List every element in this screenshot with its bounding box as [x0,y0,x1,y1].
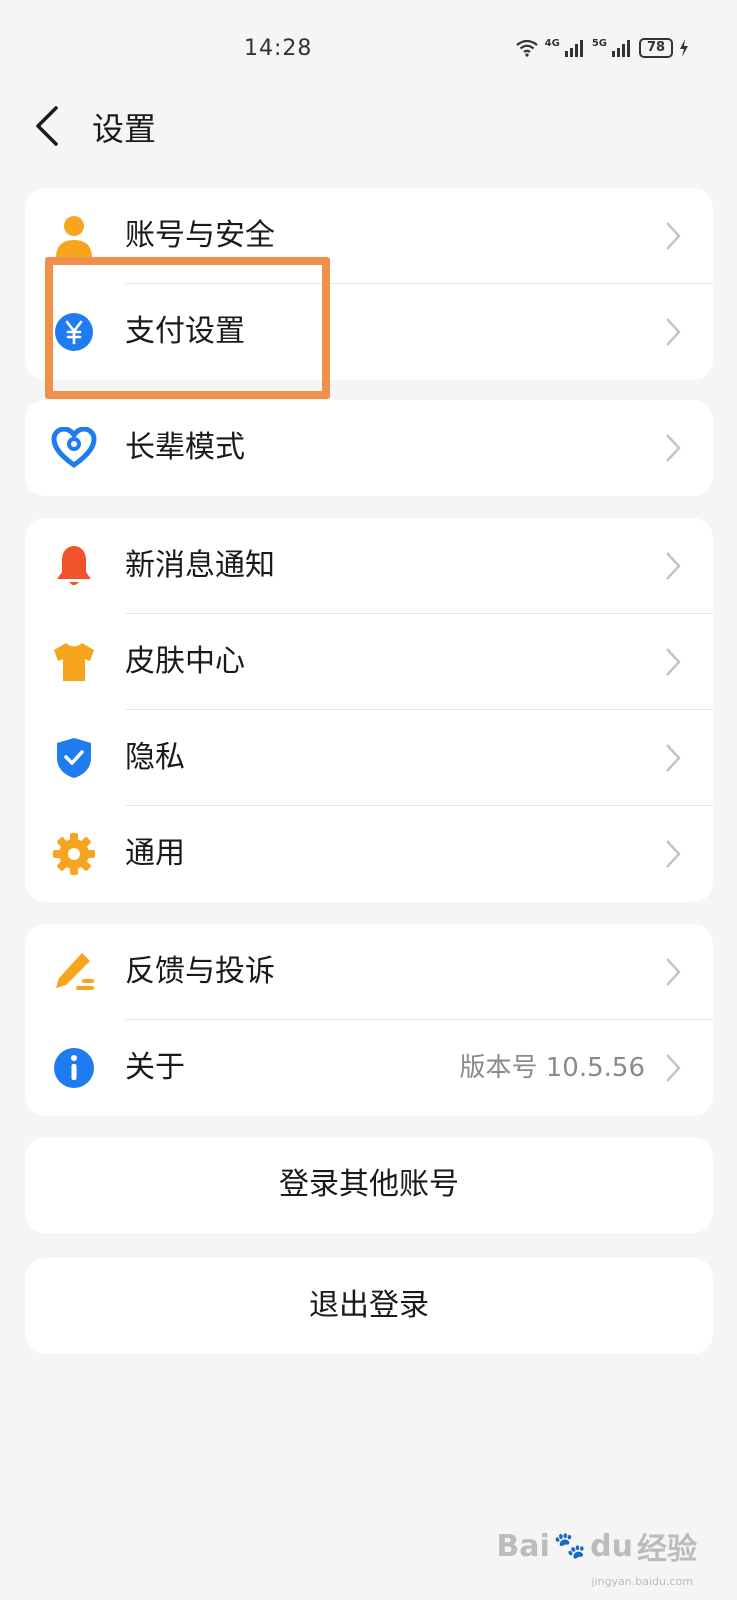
info-icon [51,1045,97,1091]
watermark-suffix: 经验 [637,1532,697,1567]
chevron-right-icon [666,648,681,676]
shield-icon [51,735,97,781]
network-5g-label: 5G [591,38,607,49]
chevron-right-icon [666,840,681,868]
network-4g-label: 4G [544,38,560,49]
chevron-right-icon [666,1054,681,1082]
settings-item-label: 支付设置 [125,314,245,349]
settings-item-label: 新消息通知 [125,548,275,583]
settings-item-label: 隐私 [125,740,185,775]
settings-item-elder-mode[interactable]: 长辈模式 [25,400,713,496]
settings-item-label: 长辈模式 [125,430,245,465]
settings-item-notifications[interactable]: 新消息通知 [25,518,713,614]
settings-item-label: 通用 [125,836,185,871]
signal-icon [564,40,583,57]
settings-group-about: 反馈与投诉 关于 版本号 10.5.56 [25,924,713,1116]
gear-icon [51,831,97,877]
settings-item-label: 账号与安全 [125,218,275,253]
yuan-icon [51,309,97,355]
version-value: 版本号 10.5.56 [459,1053,645,1083]
paw-icon: 🐾 [553,1531,587,1561]
person-icon [51,213,97,259]
settings-item-about[interactable]: 关于 版本号 10.5.56 [25,1020,713,1116]
watermark-brand-2: du [590,1528,633,1564]
watermark: Bai 🐾 du 经验 [496,1524,697,1568]
settings-item-general[interactable]: 通用 [25,806,713,902]
switch-account-button[interactable]: 登录其他账号 [25,1137,713,1233]
pencil-icon [51,949,97,995]
battery-indicator: 78 [639,38,673,58]
status-bar: 14:28 4G 5G 78 [0,0,737,100]
settings-item-label: 关于 [125,1050,185,1085]
settings-group-account: 账号与安全 支付设置 [25,188,713,380]
chevron-right-icon [666,222,681,250]
heart-icon [51,425,97,471]
watermark-url: jingyan.baidu.com [591,1575,693,1588]
chevron-right-icon [666,318,681,346]
settings-item-label: 反馈与投诉 [125,954,275,989]
page-title: 设置 [92,110,157,148]
status-icons: 4G 5G 78 [515,38,689,58]
settings-item-privacy[interactable]: 隐私 [25,710,713,806]
shirt-icon [51,639,97,685]
settings-item-payment[interactable]: 支付设置 [25,284,713,380]
settings-item-skin-center[interactable]: 皮肤中心 [25,614,713,710]
signal-icon [612,40,630,57]
settings-item-account-security[interactable]: 账号与安全 [25,188,713,284]
chevron-left-icon [36,106,58,146]
chevron-right-icon [666,744,681,772]
bell-icon [51,543,97,589]
settings-item-label: 皮肤中心 [125,644,245,679]
chevron-right-icon [666,958,681,986]
back-button[interactable] [30,102,66,150]
logout-button[interactable]: 退出登录 [25,1258,713,1354]
header: 设置 [0,90,737,160]
settings-item-feedback[interactable]: 反馈与投诉 [25,924,713,1020]
chevron-right-icon [666,552,681,580]
settings-group-general: 新消息通知 皮肤中心 隐私 通用 [25,518,713,902]
watermark-brand: Bai [496,1528,550,1564]
status-time: 14:28 [244,36,313,61]
chevron-right-icon [666,434,681,462]
settings-group-elder: 长辈模式 [25,400,713,496]
charging-icon [680,39,688,57]
wifi-icon [515,39,538,57]
